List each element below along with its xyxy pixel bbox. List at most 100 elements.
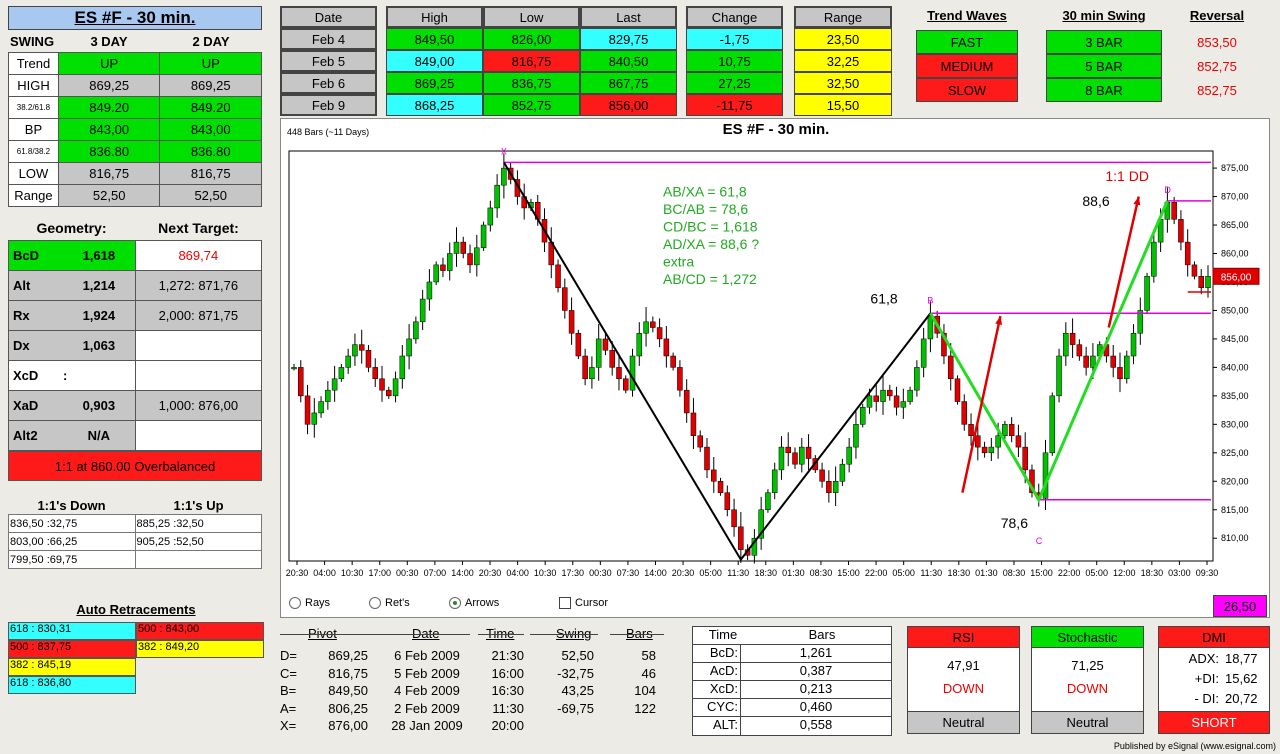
daily-high-cell: 849,50 xyxy=(386,28,483,50)
candle-body xyxy=(331,378,338,391)
swing-row-label: HIGH xyxy=(8,74,59,97)
candle-body xyxy=(738,526,744,550)
retr-left-item: 618 : 830,31 xyxy=(8,622,136,640)
candle-body xyxy=(1083,355,1089,368)
geometry-label: Geometry: xyxy=(36,220,107,236)
rsi-value: 47,91 xyxy=(947,658,980,673)
swing-row: BP 843,00 843,00 xyxy=(8,118,262,141)
swing-row: 38.2/61.8 849.20 849.20 xyxy=(8,96,262,119)
daily-h-date: Date xyxy=(280,6,377,28)
x-tick-label: 20:30 xyxy=(672,568,695,578)
pivot-k-cell: C= xyxy=(280,665,297,681)
candle-body xyxy=(731,509,737,528)
geometry-name: Dx xyxy=(13,338,30,353)
candle-body xyxy=(975,435,981,448)
stoch-label: Stochastic xyxy=(1031,626,1144,648)
ones-up-cell: 905,25 :52,50 xyxy=(134,532,262,551)
pivot-d-cell: 4 Feb 2009 xyxy=(394,683,460,698)
daily-last-cell: 867,75 xyxy=(580,72,677,94)
candle-body xyxy=(1184,241,1191,266)
geometry-row: Rx 1,924 2,000: 871,75 xyxy=(8,300,263,331)
rets-radio[interactable]: Ret's xyxy=(369,597,449,610)
trend-waves: Trend Waves FAST MEDIUM SLOW xyxy=(916,8,1018,102)
rays-radio[interactable]: Rays xyxy=(289,597,369,610)
trend-wave-fast: FAST xyxy=(916,30,1018,54)
swing-row-label: BP xyxy=(8,118,59,141)
candle-body xyxy=(1002,424,1008,436)
daily-low-cell: 852,75 xyxy=(483,94,580,116)
x-tick-label: 00:30 xyxy=(396,568,419,578)
x-tick-label: 08:30 xyxy=(1003,568,1026,578)
tb-val: 0,558 xyxy=(799,717,833,732)
candle-body xyxy=(419,298,426,323)
dmi-adx-label: ADX: xyxy=(1188,651,1219,666)
geometry-row: Alt2 N/A xyxy=(8,420,263,451)
candle-body xyxy=(582,355,588,380)
daily-h-last: Last xyxy=(580,6,677,28)
point-x-label: X xyxy=(501,146,507,156)
pivot-p-cell: 806,25 xyxy=(328,700,368,716)
point-d-label: D xyxy=(1164,185,1171,195)
swing-rows: Trend UP UP HIGH 869,25 869,25 38.2/61.8 849.20… xyxy=(8,52,262,207)
tb-row: BcD: 1,261 xyxy=(693,645,891,663)
trend-wave-medium: MEDIUM xyxy=(916,54,1018,78)
candle-body xyxy=(562,287,568,311)
candle-body xyxy=(311,412,318,425)
candle-body xyxy=(467,253,473,266)
swing-val-3day: 843,00 xyxy=(57,118,161,141)
candle-body xyxy=(778,446,785,471)
dmi-panel: DMI ADX: 18,77 +DI: 15,62 - DI: 20,72 SHORT xyxy=(1158,626,1270,736)
x-tick-label: 07:00 xyxy=(424,568,447,578)
candle-body xyxy=(1124,355,1130,380)
stoch-body: 71,25 DOWN xyxy=(1031,648,1144,712)
dmi-mdi-label: - DI: xyxy=(1194,691,1219,706)
tb-key: XcD: xyxy=(693,681,741,698)
candle-body xyxy=(460,241,467,254)
x-tick-label: 05:00 xyxy=(699,568,722,578)
candle-body xyxy=(1130,332,1137,357)
swing-row: LOW 816,75 816,75 xyxy=(8,162,262,185)
candle-body xyxy=(426,281,433,300)
daily-table: Date High Low Last Change Range Feb 4 849,50 826… xyxy=(280,6,892,116)
geometry-target: 1,000: 876,00 xyxy=(134,390,263,421)
candle-body xyxy=(927,315,934,340)
label-886: 88,6 xyxy=(1082,193,1109,209)
candle-body xyxy=(1056,355,1062,397)
candle-body xyxy=(494,184,500,209)
swing30-item: 8 BAR xyxy=(1046,78,1162,102)
swing-row: HIGH 869,25 869,25 xyxy=(8,74,262,97)
swing-header: SWING 3 DAY 2 DAY xyxy=(8,34,262,52)
daily-h-change: Change xyxy=(686,6,783,28)
geometry-value: 1,618 xyxy=(82,248,116,263)
stoch-panel: Stochastic 71,25 DOWN Neutral xyxy=(1031,626,1144,736)
candle-body xyxy=(859,407,866,425)
swing-row: 61.8/38.2 836.80 836.80 xyxy=(8,140,262,163)
candle-body xyxy=(636,332,643,357)
daily-high-cell: 849,00 xyxy=(386,50,483,72)
geometry-ratio: BcD 1,618 xyxy=(8,240,136,271)
daily-h-low: Low xyxy=(483,6,580,28)
pivot-s-cell: -69,75 xyxy=(557,700,594,716)
candle-body xyxy=(900,401,907,408)
price-chart[interactable]: 810,00 815,00 820,00 825,00 830,00 835,00 840,… xyxy=(281,141,1269,609)
daily-range-cell: 32,50 xyxy=(794,72,892,94)
point-c-label: C xyxy=(1036,536,1043,546)
arrows-radio[interactable]: Arrows xyxy=(449,597,559,610)
pivot-t-cell: 21:30 xyxy=(491,648,524,663)
x-tick-label: 07:30 xyxy=(617,568,640,578)
daily-change-cell: 10,75 xyxy=(686,50,783,72)
geometry-ratio: Alt2 N/A xyxy=(8,420,136,451)
panel-title: ES #F - 30 min. xyxy=(8,6,262,30)
candle-body xyxy=(304,395,311,425)
geometry-name: BcD xyxy=(13,248,40,263)
x-tick-label: 05:00 xyxy=(892,568,915,578)
tb-row: AcD: 0,387 xyxy=(693,663,891,681)
cursor-checkbox[interactable]: Cursor xyxy=(559,597,639,610)
chart-title: ES #F - 30 min. xyxy=(722,121,830,138)
geometry-target: 1,272: 871,76 xyxy=(134,270,263,301)
daily-h-high: High xyxy=(386,6,483,28)
candle-body xyxy=(785,446,791,454)
candle-body xyxy=(365,350,372,368)
tb-h-time: Time xyxy=(708,627,738,642)
swing-val-2day: 843,00 xyxy=(159,118,262,141)
